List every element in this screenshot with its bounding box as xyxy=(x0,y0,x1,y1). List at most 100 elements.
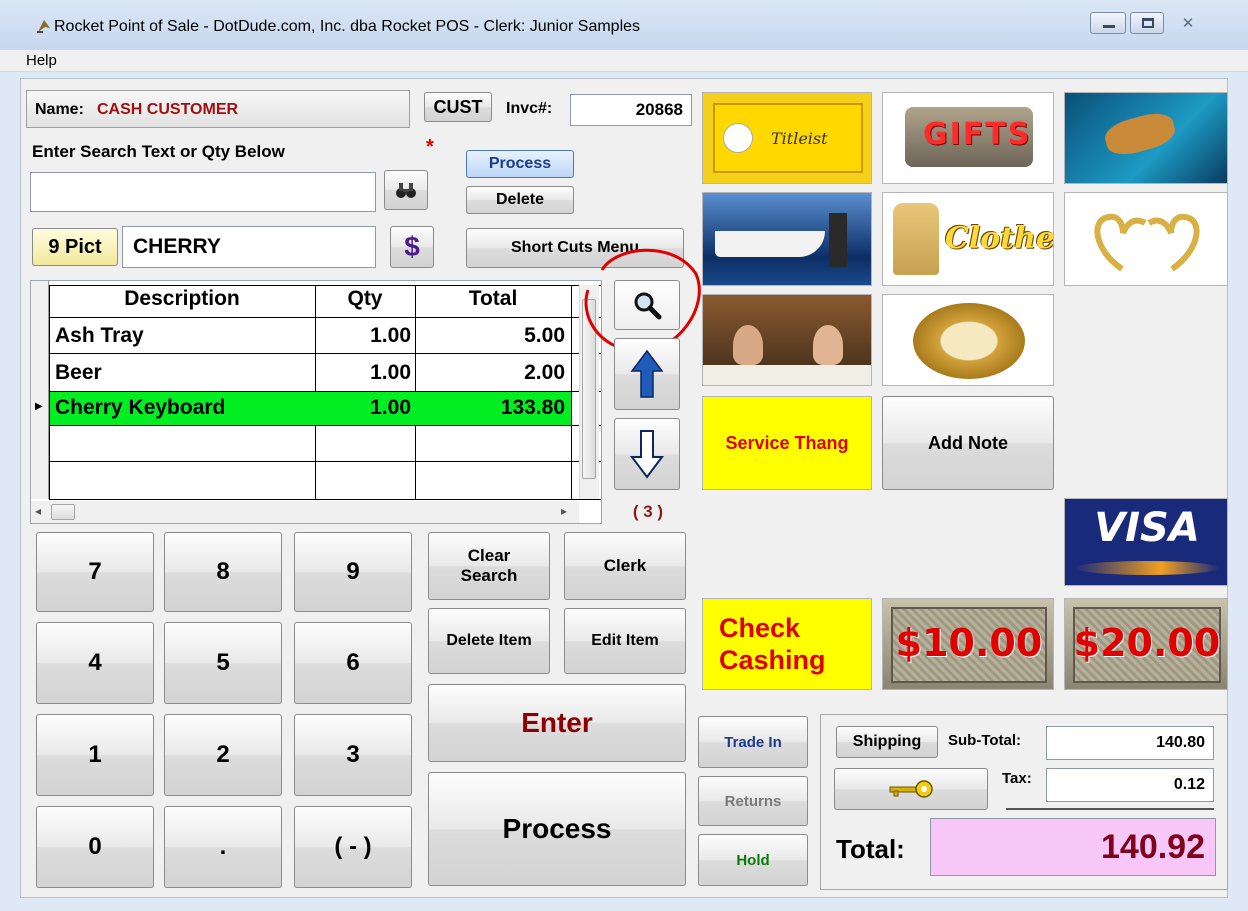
key-negate[interactable]: ( - ) xyxy=(294,806,412,888)
scrollbar-thumb[interactable] xyxy=(51,504,75,520)
shipping-button[interactable]: Shipping xyxy=(836,726,938,758)
key-5[interactable]: 5 xyxy=(164,622,282,704)
total-label: Total: xyxy=(836,834,905,864)
window-title: Rocket Point of Sale - DotDude.com, Inc.… xyxy=(54,18,641,35)
golf-ball-image xyxy=(723,123,753,153)
row-total: 2.00 xyxy=(524,361,565,384)
row-header-column xyxy=(31,281,49,499)
process-search-button[interactable]: Process xyxy=(466,150,574,178)
boat-image xyxy=(715,231,825,257)
key-7[interactable]: 7 xyxy=(36,532,154,612)
clothes-label: Clothes xyxy=(945,221,1054,256)
key-9[interactable]: 9 xyxy=(294,532,412,612)
add-note-button[interactable]: Add Note xyxy=(882,396,1054,490)
maximize-button[interactable] xyxy=(1130,12,1164,34)
pict-field[interactable]: CHERRY xyxy=(122,226,376,268)
bill-10-label: $10.00 xyxy=(895,621,1043,665)
customer-name-panel: Name: CASH CUSTOMER xyxy=(26,90,410,128)
search-input[interactable] xyxy=(30,172,376,212)
cash-20-button[interactable]: $20.00 xyxy=(1064,598,1228,690)
key-button[interactable] xyxy=(834,768,988,810)
key-4[interactable]: 4 xyxy=(36,622,154,704)
service-thang-button[interactable]: Service Thang xyxy=(702,396,872,490)
titleist-logo: Titleist xyxy=(771,129,828,148)
visa-logo: VISA xyxy=(1094,505,1200,551)
row-total: 133.80 xyxy=(500,396,565,419)
hold-button[interactable]: Hold xyxy=(698,834,808,886)
tax-label: Tax: xyxy=(1002,770,1032,787)
tile-dining[interactable] xyxy=(702,294,872,386)
clear-search-button[interactable]: Clear Search xyxy=(428,532,550,600)
horizontal-scrollbar[interactable]: ◂ ▸ xyxy=(31,501,579,523)
dollar-button[interactable]: $ xyxy=(390,226,434,268)
returns-button[interactable]: Returns xyxy=(698,776,808,826)
invoice-number-field: 20868 xyxy=(570,94,692,126)
menu-bar: Help xyxy=(0,50,1248,72)
tax-field: 0.12 xyxy=(1046,768,1214,802)
table-row[interactable]: Beer 1.00 2.00 xyxy=(50,354,571,391)
tile-gifts[interactable]: GIFTS xyxy=(882,92,1054,184)
diner-woman-image xyxy=(813,325,843,365)
process-button[interactable]: Process xyxy=(428,772,686,886)
tile-jewelry[interactable] xyxy=(1064,192,1228,286)
check-cashing-button[interactable]: Check Cashing xyxy=(702,598,872,690)
maximize-icon xyxy=(1142,18,1154,28)
move-down-button[interactable] xyxy=(614,418,680,490)
row-description: Beer xyxy=(55,361,102,384)
table-row[interactable]: Ash Tray 1.00 5.00 xyxy=(50,318,571,353)
cash-10-button[interactable]: $10.00 xyxy=(882,598,1054,690)
minimize-button[interactable] xyxy=(1090,12,1126,34)
tile-scuba[interactable] xyxy=(1064,92,1228,184)
gifts-label: GIFTS xyxy=(923,117,1032,152)
menu-help[interactable]: Help xyxy=(26,52,57,69)
clerk-button[interactable]: Clerk xyxy=(564,532,686,600)
trade-in-button[interactable]: Trade In xyxy=(698,716,808,768)
down-arrow-icon xyxy=(630,430,664,479)
key-1[interactable]: 1 xyxy=(36,714,154,796)
column-header-total[interactable]: Total xyxy=(415,287,571,311)
visa-swoosh xyxy=(1075,561,1219,575)
key-icon xyxy=(889,780,933,798)
scroll-left-icon[interactable]: ◂ xyxy=(35,504,41,518)
key-8[interactable]: 8 xyxy=(164,532,282,612)
item-count: ( 3 ) xyxy=(632,502,664,521)
current-row-indicator-icon: ▶ xyxy=(35,401,43,412)
tile-boats[interactable] xyxy=(702,192,872,286)
gold-watch-image xyxy=(913,303,1025,379)
enter-button[interactable]: Enter xyxy=(428,684,686,762)
key-6[interactable]: 6 xyxy=(294,622,412,704)
rocket-app-icon xyxy=(37,20,50,33)
invoice-label: Invc#: xyxy=(506,100,553,117)
tile-clothes[interactable]: Clothes xyxy=(882,192,1054,286)
line-items-grid: Description Qty Total Ash Tray 1.00 5.00… xyxy=(30,280,602,524)
row-qty: 1.00 xyxy=(370,324,411,347)
column-header-qty[interactable]: Qty xyxy=(315,287,415,311)
cust-button[interactable]: CUST xyxy=(424,92,492,122)
key-3[interactable]: 3 xyxy=(294,714,412,796)
find-button[interactable] xyxy=(384,170,428,210)
outboard-motor-image xyxy=(829,213,847,267)
table-image xyxy=(703,365,871,385)
subtotal-field: 140.80 xyxy=(1046,726,1214,760)
row-description: Cherry Keyboard xyxy=(55,396,226,419)
key-decimal[interactable]: . xyxy=(164,806,282,888)
key-0[interactable]: 0 xyxy=(36,806,154,888)
pict-button[interactable]: 9 Pict xyxy=(32,228,118,266)
tile-watches[interactable] xyxy=(882,294,1054,386)
column-header-description[interactable]: Description xyxy=(49,287,315,311)
heart-earrings-image xyxy=(1094,213,1200,272)
table-row-selected[interactable]: Cherry Keyboard 1.00 133.80 xyxy=(50,392,571,425)
edit-item-button[interactable]: Edit Item xyxy=(564,608,686,674)
key-2[interactable]: 2 xyxy=(164,714,282,796)
close-button[interactable]: ✕ xyxy=(1166,12,1210,34)
up-arrow-icon xyxy=(630,349,664,398)
visa-button[interactable]: VISA xyxy=(1064,498,1228,586)
move-up-button[interactable] xyxy=(614,338,680,410)
close-icon: ✕ xyxy=(1181,15,1195,32)
title-bar: Rocket Point of Sale - DotDude.com, Inc.… xyxy=(0,0,1248,50)
diner-man-image xyxy=(733,325,763,365)
scroll-right-icon[interactable]: ▸ xyxy=(561,504,567,518)
delete-search-button[interactable]: Delete xyxy=(466,186,574,214)
tile-golf-balls[interactable]: Titleist xyxy=(702,92,872,184)
delete-item-button[interactable]: Delete Item xyxy=(428,608,550,674)
